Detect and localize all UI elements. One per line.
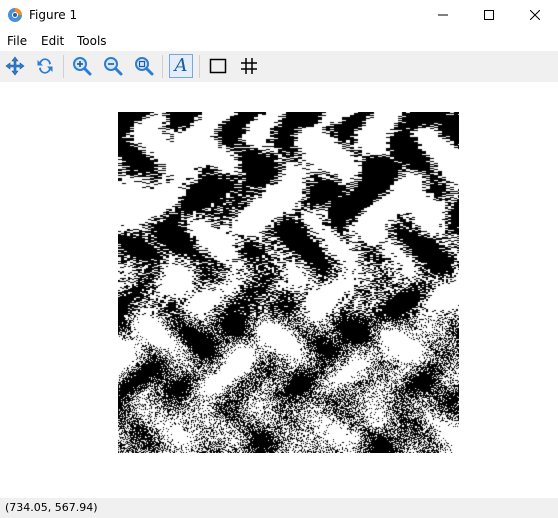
binary-noise-image <box>118 112 459 453</box>
figure-canvas[interactable] <box>0 82 558 498</box>
minimize-icon <box>438 14 448 16</box>
reset-button[interactable] <box>33 54 57 78</box>
text-tool-button[interactable]: A <box>169 54 193 78</box>
zoom-fit-button[interactable] <box>132 54 156 78</box>
title-bar: Figure 1 <box>0 0 558 30</box>
menu-bar: File Edit Tools <box>0 30 558 51</box>
grid-icon <box>241 58 257 74</box>
toolbar-separator <box>162 55 163 78</box>
pan-icon <box>5 56 25 76</box>
zoom-in-button[interactable] <box>70 54 94 78</box>
menu-file[interactable]: File <box>7 33 27 49</box>
close-button[interactable] <box>512 0 558 30</box>
toolbar: A <box>0 51 558 82</box>
grid-button[interactable] <box>237 54 261 78</box>
toolbar-separator <box>63 55 64 78</box>
box-icon <box>209 58 227 74</box>
zoom-fit-icon <box>135 57 154 76</box>
status-bar: (734.05, 567.94) <box>0 498 558 518</box>
pan-button[interactable] <box>3 54 27 78</box>
window-title: Figure 1 <box>29 8 78 22</box>
maximize-button[interactable] <box>466 0 512 30</box>
box-button[interactable] <box>206 54 230 78</box>
zoom-in-icon <box>73 57 92 76</box>
maximize-icon <box>484 10 494 20</box>
reset-icon <box>37 58 53 74</box>
zoom-out-button[interactable] <box>101 54 125 78</box>
menu-tools[interactable]: Tools <box>77 33 107 49</box>
text-icon: A <box>174 55 188 76</box>
menu-edit[interactable]: Edit <box>41 33 64 49</box>
zoom-out-icon <box>104 57 123 76</box>
app-logo-icon <box>8 8 22 22</box>
close-icon <box>530 10 540 20</box>
minimize-button[interactable] <box>420 0 466 30</box>
toolbar-separator <box>199 55 200 78</box>
cursor-coordinates: (734.05, 567.94) <box>5 501 98 514</box>
